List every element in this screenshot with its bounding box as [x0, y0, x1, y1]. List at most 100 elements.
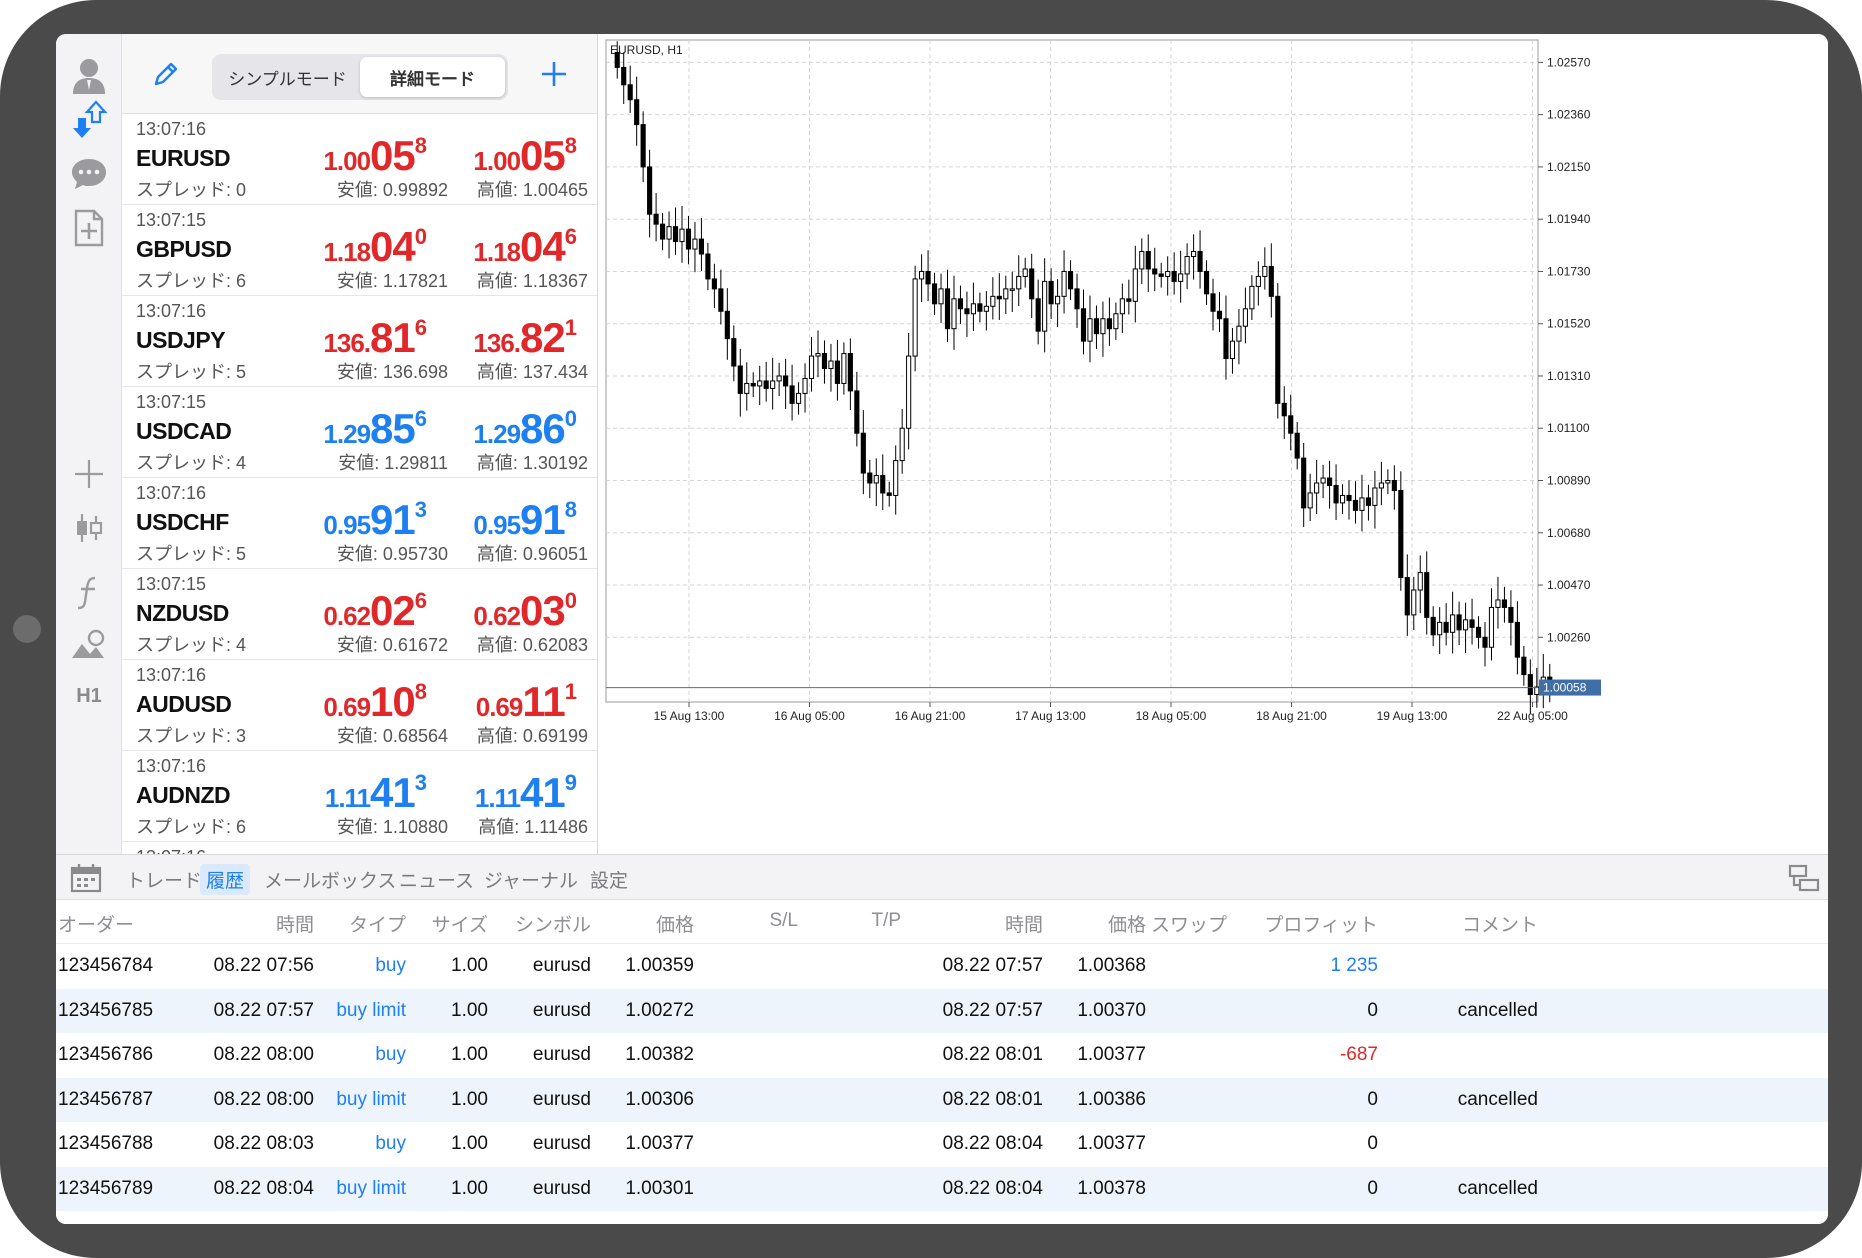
candle-body	[944, 288, 951, 330]
quote-row-nzdusd[interactable]: 13:07:15 NZDUSD スプレッド: 4 0.62026 0.62030 安値: …	[122, 569, 597, 660]
tab-0[interactable]: トレード	[120, 864, 208, 895]
layout-icon[interactable]	[1788, 863, 1820, 893]
candle-body	[1320, 477, 1326, 484]
chart-canvas[interactable]: 1.02570 1.02360 1.02150 1.01940 1.01730 1.015…	[598, 34, 1828, 854]
candle-body	[880, 475, 886, 494]
col-header-6[interactable]: S/L	[769, 910, 798, 932]
cell-profit: -687	[1339, 1044, 1378, 1065]
ask-price[interactable]: 1.29860	[376, 405, 577, 453]
ask-price[interactable]: 0.69111	[376, 678, 577, 726]
cell-size: 1.00	[451, 999, 488, 1021]
table-row[interactable]: 123456786 08.22 08:00 buy 1.00 eurusd 1.00382…	[56, 1033, 1828, 1078]
y-tick-label: 1.01520	[1547, 317, 1591, 331]
new-order-icon[interactable]	[56, 200, 122, 256]
ask-price[interactable]: 1.00058	[376, 132, 577, 180]
timeframe-icon[interactable]: H1	[56, 668, 122, 724]
add-symbol-icon[interactable]	[536, 56, 572, 92]
col-header-7[interactable]: T/P	[871, 910, 901, 932]
candle-body	[757, 380, 763, 387]
y-tick-label: 1.01940	[1547, 212, 1591, 226]
quote-row-usdjpy[interactable]: 13:07:16 USDJPY スプレッド: 5 136.816 136.821 安値: …	[122, 296, 597, 387]
table-row[interactable]: 123456787 08.22 08:00 buy limit 1.00 eurusd 1…	[56, 1077, 1828, 1122]
x-tick-label: 19 Aug 13:00	[1377, 709, 1448, 723]
ask-price-fraction: 8	[564, 497, 577, 522]
table-row[interactable]: 123456785 08.22 07:57 buy limit 1.00 eurusd 1…	[56, 988, 1828, 1033]
col-header-8[interactable]: 時間	[1005, 910, 1043, 937]
col-header-4[interactable]: シンボル	[515, 910, 591, 937]
ask-price-pips: 05	[520, 132, 566, 179]
candle-body	[731, 338, 737, 367]
quote-row-eurusd[interactable]: 13:07:16 EURUSD スプレッド: 0 1.00058 1.00058 安値: …	[122, 114, 597, 205]
tab-5[interactable]: 設定	[584, 864, 634, 895]
ask-price[interactable]: 0.62030	[376, 587, 577, 635]
trade-arrows-icon[interactable]	[56, 92, 122, 148]
quote-time: 13:07:15	[136, 574, 207, 594]
quote-row-audnzd[interactable]: 13:07:16 AUDNZD スプレッド: 6 1.11413 1.11419 安値: …	[122, 751, 597, 842]
candle-body	[763, 380, 769, 389]
home-button[interactable]	[13, 615, 41, 643]
candle-body	[692, 238, 698, 250]
col-header-10[interactable]: スワップ	[1151, 910, 1227, 937]
candle-body	[711, 278, 717, 290]
candle-body	[1372, 487, 1378, 506]
table-row[interactable]: 123456788 08.22 08:03 buy 1.00 eurusd 1.00377…	[56, 1122, 1828, 1167]
simple-mode-tab[interactable]: シンプルモード	[215, 57, 360, 97]
ask-price-fraction: 0	[564, 406, 577, 431]
ask-price-fraction: 9	[564, 770, 577, 795]
quote-symbol: AUDUSD	[136, 691, 232, 717]
bid-price-prefix: 0.62	[323, 601, 371, 631]
candle-body	[1294, 432, 1300, 459]
tab-3[interactable]: ニュース	[393, 864, 480, 895]
col-header-0[interactable]: オーダー	[58, 910, 134, 937]
candle-body	[1301, 457, 1307, 509]
col-header-1[interactable]: 時間	[276, 910, 314, 937]
x-tick-label: 16 Aug 05:00	[774, 709, 845, 723]
bottom-panel: トレード 履歴 メールボックス ニュース ジャーナル 設定 オーダー 時間 タイプ サイズ シンボ…	[56, 854, 1828, 1224]
ask-price[interactable]: 1.11419	[376, 769, 577, 817]
objects-icon[interactable]	[56, 618, 122, 674]
cell-price: 1.00382	[625, 1044, 694, 1065]
table-row[interactable]: 123456789 08.22 08:04 buy limit 1.00 eurusd 1…	[56, 1166, 1828, 1211]
quote-row-gbpusd[interactable]: 13:07:15 GBPUSD スプレッド: 6 1.18040 1.18046 安値: …	[122, 205, 597, 296]
col-header-5[interactable]: 価格	[656, 910, 694, 937]
ask-price[interactable]: 136.821	[376, 314, 577, 362]
edit-pencil-icon[interactable]	[148, 56, 184, 92]
candle-body	[1359, 497, 1365, 511]
cell-price: 1.00359	[625, 955, 694, 976]
col-header-12[interactable]: コメント	[1462, 910, 1538, 937]
ask-price[interactable]: 0.95918	[376, 496, 577, 544]
candle-body	[718, 288, 724, 312]
candle-body	[659, 223, 666, 240]
detailed-mode-tab[interactable]: 詳細モード	[360, 57, 505, 97]
candle-body	[666, 226, 672, 240]
chat-icon[interactable]	[56, 146, 122, 202]
candle-body	[1488, 606, 1495, 648]
tab-1[interactable]: 履歴	[200, 864, 251, 895]
cell-close-time: 08.22 07:57	[942, 955, 1043, 976]
tab-4[interactable]: ジャーナル	[478, 864, 584, 895]
tab-2[interactable]: メールボックス	[258, 864, 402, 895]
quote-row-audusd[interactable]: 13:07:16 AUDUSD スプレッド: 3 0.69108 0.69111 安値: …	[122, 660, 597, 751]
quote-high: 高値: 0.96051	[476, 544, 588, 564]
col-header-9[interactable]: 価格	[1108, 910, 1146, 937]
ask-price[interactable]: 1.18046	[376, 223, 577, 271]
col-header-2[interactable]: タイプ	[349, 910, 406, 937]
price-chart[interactable]: 1.02570 1.02360 1.02150 1.01940 1.01730 1.015…	[598, 34, 1828, 854]
y-tick-label: 1.02570	[1547, 55, 1591, 69]
quote-row-usdcad[interactable]: 13:07:15 USDCAD スプレッド: 4 1.29856 1.29860 安値: …	[122, 387, 597, 478]
table-row[interactable]: 123456784 08.22 07:56 buy 1.00 eurusd 1.00359…	[56, 944, 1828, 989]
candle-body	[1521, 656, 1527, 676]
candle-body	[1514, 621, 1520, 658]
cell-order: 123456789	[58, 1177, 154, 1199]
col-header-3[interactable]: サイズ	[432, 910, 488, 937]
crosshair-icon[interactable]	[56, 446, 122, 502]
candle-body	[1456, 614, 1462, 631]
indicators-icon[interactable]	[56, 564, 122, 620]
chart-type-icon[interactable]	[56, 500, 122, 556]
ask-price-prefix: 1.18	[473, 237, 521, 267]
x-tick-label: 18 Aug 05:00	[1136, 709, 1207, 723]
quote-row-usdchf[interactable]: 13:07:16 USDCHF スプレッド: 5 0.95913 0.95918 安値: …	[122, 478, 597, 569]
calendar-icon[interactable]	[70, 863, 102, 893]
col-header-11[interactable]: プロフィット	[1264, 910, 1378, 937]
cell-open-time: 08.22 07:56	[213, 955, 314, 976]
